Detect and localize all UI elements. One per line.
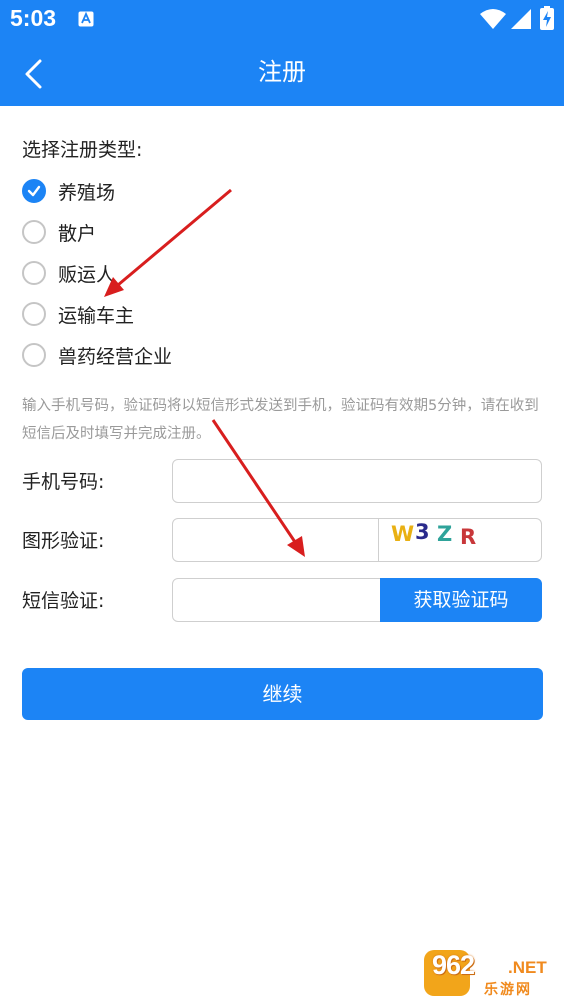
signal-icon: [511, 9, 531, 29]
watermark-net: .NET: [508, 958, 547, 977]
status-bar: 5:03: [0, 0, 564, 38]
radio-option-vet-drug-company[interactable]: 兽药经营企业: [22, 340, 172, 370]
get-code-button[interactable]: 获取验证码: [380, 578, 542, 622]
sms-input[interactable]: [173, 579, 381, 621]
annotation-arrow-1: [117, 188, 232, 287]
radio-label: 兽药经营企业: [58, 345, 173, 368]
notification-icon: [78, 11, 94, 27]
phone-input-box[interactable]: [172, 459, 542, 503]
site-watermark: 962 .NET 乐游网: [424, 948, 558, 1000]
radio-unchecked-icon[interactable]: [22, 343, 46, 367]
radio-option-vehicle-owner[interactable]: 运输车主: [22, 299, 134, 329]
sms-label: 短信验证:: [22, 590, 105, 612]
phone-input[interactable]: [173, 460, 541, 502]
radio-unchecked-icon[interactable]: [22, 302, 46, 326]
captcha-input-box[interactable]: W 3 Z R: [172, 518, 542, 562]
page-title: 注册: [258, 58, 306, 86]
watermark-number: 962: [432, 950, 475, 980]
captcha-input[interactable]: [173, 519, 381, 561]
status-time: 5:03: [10, 5, 57, 31]
captcha-label: 图形验证:: [22, 530, 105, 552]
captcha-char: Z: [437, 522, 453, 546]
captcha-char: W: [391, 522, 415, 546]
radio-option-individual[interactable]: 散户: [22, 217, 96, 247]
app-header: 5:03 注册: [0, 0, 564, 106]
radio-unchecked-icon[interactable]: [22, 261, 46, 285]
watermark-site-name: 乐游网: [484, 982, 532, 998]
radio-unchecked-icon[interactable]: [22, 220, 46, 244]
radio-label: 散户: [58, 222, 97, 245]
wifi-icon: [480, 9, 506, 29]
phone-label: 手机号码:: [22, 471, 105, 493]
captcha-char: R: [460, 525, 477, 549]
captcha-char: 3: [415, 520, 430, 544]
captcha-image[interactable]: W 3 Z R: [378, 519, 541, 561]
radio-label: 养殖场: [58, 181, 116, 204]
radio-checked-icon[interactable]: [22, 179, 46, 203]
sms-input-box[interactable]: 获取验证码: [172, 578, 542, 622]
sms-hint-text: 输入手机号码，验证码将以短信形式发送到手机，验证码有效期5分钟，请在收到短信后及…: [22, 398, 539, 442]
radio-option-trader[interactable]: 贩运人: [22, 258, 115, 288]
radio-option-breeding-farm[interactable]: 养殖场: [22, 176, 115, 206]
radio-label: 贩运人: [58, 263, 116, 286]
battery-charging-icon: [540, 6, 554, 30]
continue-button[interactable]: 继续: [22, 668, 543, 720]
radio-label: 运输车主: [58, 304, 135, 327]
register-type-label: 选择注册类型:: [22, 139, 143, 161]
